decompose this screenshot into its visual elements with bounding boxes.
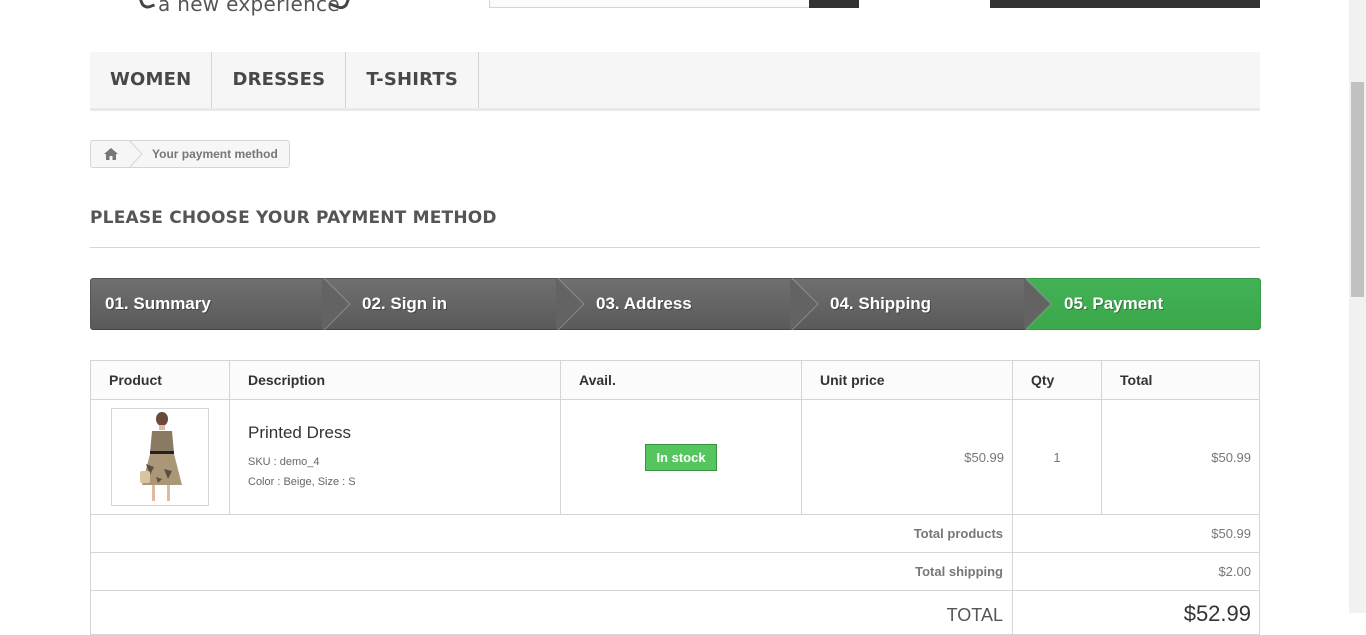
product-name[interactable]: Printed Dress xyxy=(248,423,559,443)
col-unit-price: Unit price xyxy=(801,360,1013,400)
home-icon xyxy=(104,148,118,160)
breadcrumb-home[interactable] xyxy=(91,141,131,167)
step-chevron-icon xyxy=(1024,278,1053,330)
title-divider xyxy=(90,247,1260,248)
breadcrumb-current: Your payment method xyxy=(152,147,278,161)
step-label: 04. Shipping xyxy=(830,294,932,313)
product-sku: SKU : demo_4 xyxy=(248,455,320,468)
product-attributes[interactable]: Color : Beige, Size : S xyxy=(248,472,559,492)
table-row: Printed Dress SKU : demo_4 Color : Beige… xyxy=(90,399,1260,515)
menu-item-dresses[interactable]: DRESSES xyxy=(212,52,347,108)
col-product: Product xyxy=(90,360,230,400)
menu-item-tshirts[interactable]: T-SHIRTS xyxy=(346,52,480,108)
breadcrumb: Your payment method xyxy=(90,140,290,168)
search-input[interactable] xyxy=(489,0,811,8)
line-total: $50.99 xyxy=(1101,399,1260,515)
scrollbar-thumb[interactable] xyxy=(1351,82,1364,297)
menu-item-women[interactable]: WOMEN xyxy=(90,52,213,108)
breadcrumb-separator-icon xyxy=(129,140,143,168)
page-title: PLEASE CHOOSE YOUR PAYMENT METHOD xyxy=(90,208,497,228)
total-shipping-row: Total shipping $2.00 xyxy=(90,552,1260,591)
step-label: 01. Summary xyxy=(105,294,211,313)
quantity: 1 xyxy=(1012,399,1102,515)
dress-photo-icon xyxy=(140,412,182,501)
product-description-cell: Printed Dress SKU : demo_4 Color : Beige… xyxy=(229,399,561,515)
col-total: Total xyxy=(1101,360,1260,400)
total-shipping-value: $2.00 xyxy=(1012,552,1260,591)
total-products-value: $50.99 xyxy=(1012,514,1260,553)
top-menu: WOMEN DRESSES T-SHIRTS xyxy=(90,52,1260,111)
step-chevron-icon xyxy=(556,278,585,330)
search-button[interactable] xyxy=(809,0,859,8)
table-header-row: Product Description Avail. Unit price Qt… xyxy=(90,360,1260,400)
cart-button[interactable] xyxy=(990,0,1260,8)
checkout-steps: 01. Summary 02. Sign in 03. Address 04. … xyxy=(90,278,1261,330)
cart-summary-table: Product Description Avail. Unit price Qt… xyxy=(90,360,1260,635)
total-products-label: Total products xyxy=(90,514,1013,553)
col-description: Description xyxy=(229,360,561,400)
step-label: 05. Payment xyxy=(1064,294,1164,313)
step-label: 03. Address xyxy=(596,294,692,313)
product-image[interactable] xyxy=(111,408,209,506)
col-avail: Avail. xyxy=(560,360,802,400)
total-shipping-label: Total shipping xyxy=(90,552,1013,591)
step-summary[interactable]: 01. Summary xyxy=(90,278,339,330)
availability-cell: In stock xyxy=(560,399,802,515)
step-chevron-icon xyxy=(322,278,351,330)
unit-price: $50.99 xyxy=(801,399,1013,515)
col-qty: Qty xyxy=(1012,360,1102,400)
in-stock-badge: In stock xyxy=(645,443,717,471)
product-image-cell xyxy=(90,399,230,515)
step-label: 02. Sign in xyxy=(362,294,448,313)
step-payment[interactable]: 05. Payment xyxy=(1026,278,1261,330)
logo-mark-left xyxy=(137,0,156,11)
step-chevron-icon xyxy=(790,278,819,330)
total-products-row: Total products $50.99 xyxy=(90,514,1260,553)
logo-tagline: a new experience xyxy=(158,0,340,16)
